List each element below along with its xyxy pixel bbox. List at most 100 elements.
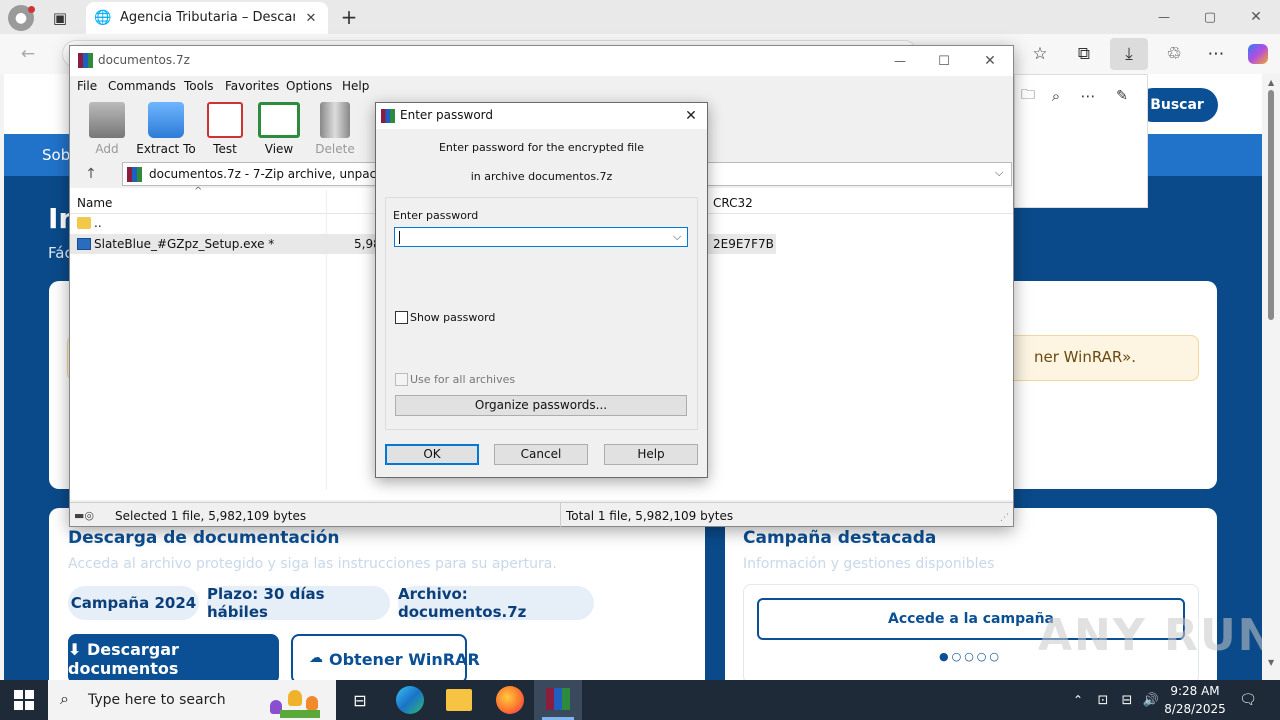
extract-folder-icon bbox=[148, 102, 184, 138]
archive-icon bbox=[127, 167, 142, 182]
file-name: SlateBlue_#GZpz_Setup.exe * bbox=[94, 237, 275, 251]
tab-close-icon[interactable]: ✕ bbox=[302, 9, 320, 27]
downloads-icon[interactable]: ⤓ bbox=[1110, 38, 1148, 70]
menu-file[interactable]: File bbox=[77, 79, 97, 93]
firefox-icon[interactable] bbox=[496, 686, 524, 714]
chevron-down-icon[interactable]: ⌵ bbox=[995, 166, 1003, 180]
start-icon[interactable] bbox=[12, 688, 36, 712]
ok-button[interactable]: OK bbox=[385, 444, 479, 465]
dialog-title: Enter password bbox=[400, 108, 493, 122]
clock-date[interactable]: 8/28/2025 bbox=[1164, 702, 1226, 716]
restore-button[interactable]: ▢ bbox=[1198, 6, 1222, 28]
copilot-icon[interactable] bbox=[1242, 38, 1274, 70]
tool-extract-button[interactable]: Extract To bbox=[136, 102, 196, 156]
dialog-line2: in archive documentos.7z bbox=[470, 170, 613, 183]
scroll-down-icon[interactable]: ▼ bbox=[1268, 658, 1274, 667]
taskbar-search-box[interactable]: ⌕ Type here to search bbox=[48, 680, 336, 720]
up-folder-icon[interactable]: ↑ bbox=[78, 164, 104, 184]
back-icon[interactable]: ← bbox=[12, 38, 44, 70]
nav-item[interactable]: Sob bbox=[42, 146, 70, 164]
doc-title: Descarga de documentación bbox=[68, 528, 340, 548]
watermark: ANY RUN bbox=[1038, 610, 1262, 661]
add-icon bbox=[89, 102, 125, 138]
chip-campaign: Campaña 2024 bbox=[68, 586, 199, 620]
tool-test-button[interactable]: Test bbox=[195, 102, 255, 156]
drive-icon: ▬◎ bbox=[74, 509, 94, 522]
winrar-taskbar-icon bbox=[546, 688, 570, 710]
extensions-icon[interactable]: ♲ bbox=[1158, 38, 1190, 70]
menu-favorites[interactable]: Favorites bbox=[225, 79, 279, 93]
winrar-minimize-button[interactable]: — bbox=[888, 51, 912, 71]
page-scrollbar[interactable]: ▲ ▼ bbox=[1262, 74, 1280, 680]
winrar-maximize-button[interactable]: ☐ bbox=[932, 51, 956, 71]
scroll-thumb[interactable] bbox=[1268, 90, 1274, 320]
taskbar-search-placeholder: Type here to search bbox=[88, 692, 226, 708]
download-documents-button[interactable]: ⬇ Descargar documentos bbox=[68, 634, 279, 682]
help-button[interactable]: Help bbox=[604, 444, 698, 465]
tool-add-button[interactable]: Add bbox=[77, 102, 137, 156]
tool-delete-button[interactable]: Delete bbox=[305, 102, 365, 156]
chevron-up-icon[interactable]: ⌃ bbox=[1070, 690, 1086, 710]
downloads-flyout: 🗀 ⌕ ⋯ ✎ bbox=[1014, 74, 1148, 208]
password-label: Enter password bbox=[393, 209, 479, 222]
password-input[interactable]: ⌵ bbox=[394, 227, 688, 247]
column-crc[interactable]: CRC32 bbox=[713, 196, 753, 210]
task-view-icon[interactable]: ⊟ bbox=[348, 688, 372, 712]
file-name: .. bbox=[94, 216, 102, 230]
folder-icon[interactable]: 🗀 bbox=[1017, 85, 1039, 107]
more-icon[interactable]: ⋯ bbox=[1077, 85, 1099, 107]
cancel-button[interactable]: Cancel bbox=[494, 444, 588, 465]
winrar-link-icon: ☁ bbox=[309, 650, 323, 666]
menu-tools[interactable]: Tools bbox=[184, 79, 214, 93]
resize-grip-icon[interactable]: ⋰ bbox=[1000, 513, 1009, 523]
tab-title: Agencia Tributaria – Descarga de bbox=[120, 10, 295, 25]
menu-icon[interactable]: ⋯ bbox=[1200, 38, 1232, 70]
browser-tab[interactable]: 🌐 Agencia Tributaria – Descarga de ✕ bbox=[86, 2, 328, 34]
close-button[interactable]: ✕ bbox=[1244, 6, 1268, 28]
column-name[interactable]: Name bbox=[77, 196, 112, 210]
carousel-dots[interactable]: ●○○○○ bbox=[939, 650, 1002, 663]
dialog-close-icon[interactable]: ✕ bbox=[680, 106, 702, 126]
collections-icon[interactable]: ⧉ bbox=[1068, 38, 1100, 70]
dialog-titlebar: Enter password ✕ bbox=[376, 103, 707, 129]
doc-subtitle: Acceda al archivo protegido y siga las i… bbox=[68, 556, 557, 572]
minimize-button[interactable]: — bbox=[1152, 6, 1176, 28]
clock-time[interactable]: 9:28 AM bbox=[1166, 684, 1224, 698]
search-icon[interactable]: ⌕ bbox=[1045, 85, 1067, 107]
tool-view-button[interactable]: View bbox=[249, 102, 309, 156]
tool-test-label: Test bbox=[213, 142, 237, 156]
folder-icon bbox=[77, 217, 91, 229]
show-password-checkbox[interactable] bbox=[395, 311, 408, 324]
menu-help[interactable]: Help bbox=[342, 79, 369, 93]
use-all-archives-checkbox[interactable] bbox=[395, 373, 408, 386]
notifications-icon[interactable]: 🗨 bbox=[1238, 690, 1258, 710]
scroll-up-icon[interactable]: ▲ bbox=[1268, 78, 1274, 87]
volume-icon[interactable]: 🔊 bbox=[1142, 690, 1160, 710]
tool-delete-label: Delete bbox=[315, 142, 355, 156]
winrar-taskbar-button[interactable] bbox=[534, 680, 582, 720]
winrar-app-icon bbox=[78, 53, 93, 68]
search-button[interactable]: Buscar bbox=[1136, 88, 1218, 122]
new-tab-button[interactable]: + bbox=[336, 5, 362, 29]
edge-icon[interactable] bbox=[396, 686, 424, 714]
get-winrar-button[interactable]: ☁ Obtener WinRAR bbox=[291, 634, 480, 682]
menu-options[interactable]: Options bbox=[286, 79, 332, 93]
winrar-close-button[interactable]: ✕ bbox=[978, 51, 1002, 71]
trash-icon bbox=[320, 102, 350, 138]
chevron-down-icon[interactable]: ⌵ bbox=[673, 230, 681, 244]
file-explorer-icon[interactable] bbox=[446, 689, 472, 711]
status-bar: ▬◎ Selected 1 file, 5,982,109 bytes Tota… bbox=[70, 502, 1013, 527]
favorites-icon[interactable]: ☆ bbox=[1024, 38, 1056, 70]
tab-actions-icon[interactable]: ▣ bbox=[48, 6, 72, 30]
globe-icon: 🌐 bbox=[94, 10, 112, 26]
notice-text: ner WinRAR». bbox=[1034, 348, 1137, 366]
organize-passwords-button[interactable]: Organize passwords... bbox=[395, 395, 687, 416]
menu-commands[interactable]: Commands bbox=[108, 79, 176, 93]
winrar-title: documentos.7z bbox=[98, 53, 190, 67]
campaign-title: Campaña destacada bbox=[743, 528, 937, 548]
winrar-titlebar: documentos.7z — ☐ ✕ bbox=[70, 46, 1013, 76]
network-adapter-icon[interactable]: ⊡ bbox=[1094, 690, 1112, 710]
network-icon[interactable]: ⊟ bbox=[1118, 690, 1136, 710]
pin-icon[interactable]: ✎ bbox=[1111, 85, 1133, 107]
chip-deadline: Plazo: 30 días hábiles bbox=[207, 585, 390, 621]
